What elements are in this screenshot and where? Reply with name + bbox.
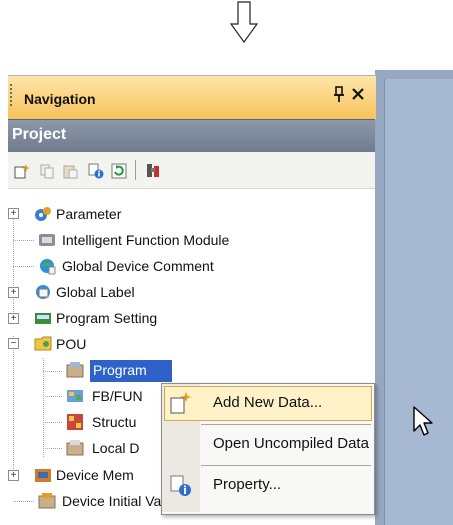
tree-item-label[interactable]: Program Setting bbox=[56, 310, 157, 326]
tree-line bbox=[43, 448, 63, 449]
mouse-cursor-icon bbox=[413, 406, 433, 436]
tree-item-label[interactable]: Parameter bbox=[56, 206, 121, 222]
collapse-toggle[interactable]: − bbox=[8, 338, 19, 349]
refresh-icon[interactable] bbox=[110, 162, 128, 180]
comment-icon bbox=[40, 259, 56, 275]
tree-item-label[interactable]: Device Mem bbox=[56, 467, 134, 483]
tree-item-label[interactable]: Program bbox=[93, 362, 147, 378]
new-data-icon[interactable] bbox=[13, 162, 31, 180]
tree-line bbox=[13, 213, 14, 321]
menu-separator bbox=[201, 465, 371, 466]
tree-item-label[interactable]: Global Device Comment bbox=[62, 258, 214, 274]
toolbar-separator bbox=[135, 160, 136, 180]
pou-folder-icon bbox=[34, 336, 52, 351]
parameter-icon bbox=[35, 207, 51, 221]
find-icon[interactable] bbox=[144, 162, 162, 180]
label-icon bbox=[36, 285, 50, 299]
new-data-icon bbox=[170, 392, 192, 414]
pin-icon[interactable] bbox=[331, 86, 347, 104]
tree-line bbox=[43, 396, 63, 397]
structure-icon bbox=[67, 414, 83, 430]
local-device-icon bbox=[66, 440, 84, 456]
module-icon bbox=[39, 234, 55, 246]
tree-line bbox=[13, 336, 14, 473]
tree-line bbox=[43, 371, 63, 372]
context-menu-label[interactable]: Property... bbox=[213, 476, 281, 493]
program-icon bbox=[66, 362, 84, 378]
tree-line bbox=[13, 240, 35, 241]
expand-toggle[interactable]: + bbox=[8, 208, 19, 219]
expand-toggle[interactable]: + bbox=[8, 313, 19, 324]
context-menu-label[interactable]: Add New Data... bbox=[213, 394, 322, 411]
tree-item-label[interactable]: POU bbox=[56, 336, 86, 352]
tree-item-label[interactable]: Intelligent Function Module bbox=[62, 232, 229, 248]
property-icon bbox=[170, 475, 191, 496]
tree-line bbox=[13, 501, 35, 502]
program-setting-icon bbox=[35, 313, 51, 324]
workspace-inner bbox=[384, 79, 453, 525]
tree-line bbox=[43, 422, 63, 423]
context-menu-label[interactable]: Open Uncompiled Data bbox=[213, 435, 369, 452]
device-initial-value-icon bbox=[38, 493, 56, 509]
tree-item-label[interactable]: Structu bbox=[92, 414, 136, 430]
device-memory-icon bbox=[35, 469, 51, 482]
expand-toggle[interactable]: + bbox=[8, 287, 19, 298]
paste-icon[interactable] bbox=[61, 162, 79, 180]
tree-item-label[interactable]: Global Label bbox=[56, 284, 135, 300]
expand-toggle[interactable]: + bbox=[8, 470, 19, 481]
menu-separator bbox=[201, 424, 371, 425]
close-icon[interactable] bbox=[350, 84, 366, 104]
copy-icon[interactable] bbox=[38, 162, 56, 180]
property-icon[interactable] bbox=[87, 162, 105, 180]
tree-item-label[interactable]: Local D bbox=[92, 440, 139, 456]
drag-grip-icon[interactable] bbox=[10, 84, 12, 108]
down-arrow-icon bbox=[229, 1, 259, 44]
tree-line bbox=[43, 358, 44, 458]
tree-item-label[interactable]: FB/FUN bbox=[92, 388, 143, 404]
project-title: Project bbox=[12, 126, 67, 143]
navigation-title: Navigation bbox=[24, 91, 96, 107]
fb-fun-icon bbox=[67, 390, 83, 402]
tree-line bbox=[13, 266, 35, 267]
